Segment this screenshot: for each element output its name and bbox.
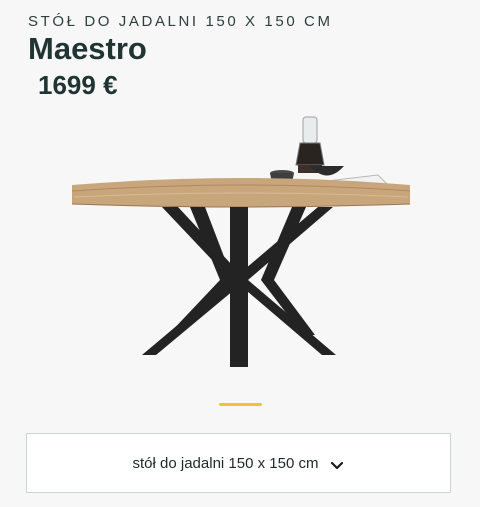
carafe-icon: [295, 116, 325, 173]
product-category: STÓŁ DO JADALNI 150 X 150 CM: [28, 13, 333, 30]
tabletop: [71, 178, 411, 208]
product-image[interactable]: [60, 105, 420, 380]
dining-table-image: [71, 116, 411, 367]
variant-select-label: stół do jadalni 150 x 150 cm: [132, 454, 319, 472]
carousel-indicator[interactable]: [219, 403, 262, 406]
table-legs: [142, 207, 336, 367]
bowl-icon: [310, 166, 344, 176]
product-name: Maestro: [28, 31, 147, 66]
variant-select[interactable]: stół do jadalni 150 x 150 cm: [26, 433, 451, 493]
chevron-down-icon: [330, 458, 344, 470]
product-price: 1699 €: [38, 70, 118, 100]
